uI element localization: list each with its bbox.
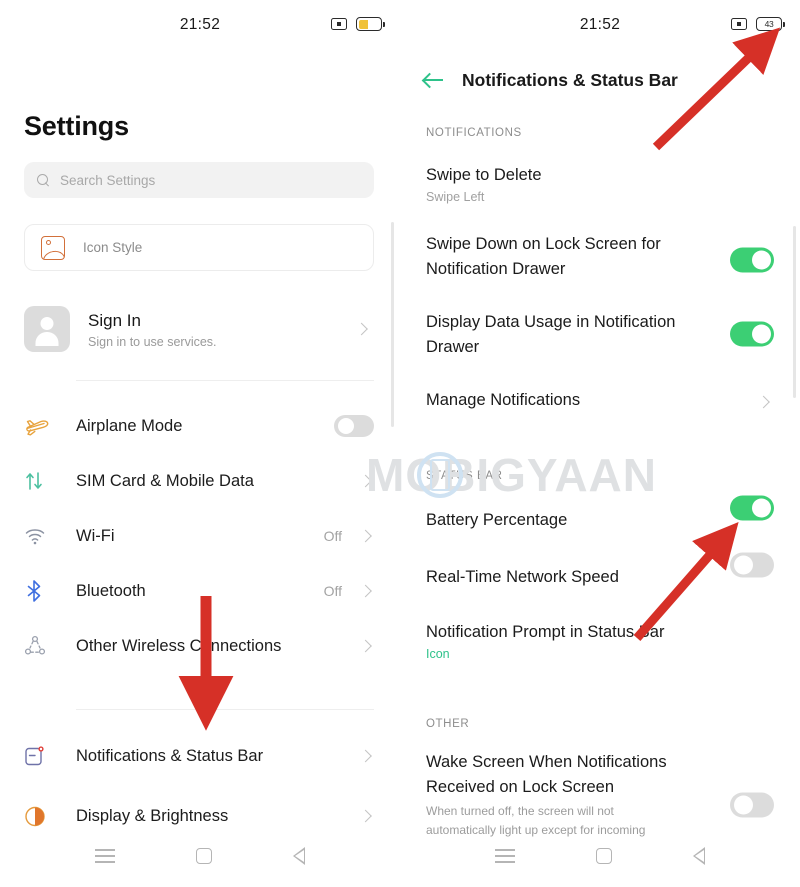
list-item-title: Real-Time Network Speed bbox=[426, 568, 619, 586]
screenshot-root: 21:52 Settings Search Settings Icon Styl… bbox=[0, 0, 800, 887]
list-item-realtime-network-speed[interactable]: Real-Time Network Speed bbox=[426, 552, 776, 593]
sim-card-icon bbox=[24, 469, 58, 493]
list-item-swipe-down-lock-screen[interactable]: Swipe Down on Lock Screen for Notificati… bbox=[426, 232, 776, 288]
list-item-subtitle: Swipe Left bbox=[426, 190, 485, 204]
sidebar-item-label: SIM Card & Mobile Data bbox=[76, 471, 254, 490]
list-item-title: Battery Percentage bbox=[426, 511, 568, 529]
menu-icon[interactable] bbox=[494, 849, 515, 863]
sign-in-texts: Sign In Sign in to use services. bbox=[88, 310, 217, 349]
navigation-bar-left bbox=[0, 839, 400, 873]
list-item-title: Notification Prompt in Status Bar bbox=[426, 623, 665, 641]
list-item-wake-screen[interactable]: Wake Screen When Notifications Received … bbox=[426, 750, 776, 840]
sidebar-item-display-brightness[interactable]: Display & Brightness bbox=[24, 790, 376, 842]
navigation-bar-right bbox=[400, 839, 800, 873]
wake-screen-toggle[interactable] bbox=[730, 792, 774, 818]
sidebar-item-label: Bluetooth bbox=[76, 581, 146, 600]
battery-icon: 43 bbox=[756, 17, 785, 31]
list-item-notification-prompt[interactable]: Notification Prompt in Status Bar Icon bbox=[426, 620, 776, 661]
chevron-right-icon bbox=[355, 322, 368, 336]
notifications-status-bar-screen: 21:52 43 Notifications & Status Bar NOTI… bbox=[400, 0, 800, 887]
sign-in-subtitle: Sign in to use services. bbox=[88, 334, 217, 349]
sidebar-item-notifications-status-bar[interactable]: Notifications & Status Bar bbox=[24, 730, 376, 782]
wireless-connections-icon bbox=[24, 635, 58, 657]
bluetooth-status-value: Off bbox=[323, 583, 342, 599]
chevron-right-icon bbox=[359, 474, 372, 488]
sidebar-item-airplane-mode[interactable]: Airplane Mode bbox=[24, 400, 376, 452]
notifications-icon bbox=[24, 745, 58, 768]
status-bar-left: 21:52 bbox=[0, 0, 400, 46]
scrollbar-right[interactable] bbox=[793, 226, 796, 398]
list-item-display-data-usage[interactable]: Display Data Usage in Notification Drawe… bbox=[426, 310, 776, 366]
sidebar-item-label: Other Wireless Connections bbox=[76, 636, 282, 655]
chevron-right-icon bbox=[359, 529, 372, 543]
search-placeholder: Search Settings bbox=[60, 172, 156, 188]
battery-fill bbox=[358, 19, 368, 29]
sign-in-title: Sign In bbox=[88, 310, 141, 330]
wifi-status-value: Off bbox=[323, 528, 342, 544]
sign-in-row[interactable]: Sign In Sign in to use services. bbox=[24, 303, 374, 355]
list-item-title: Wake Screen When Notifications Received … bbox=[426, 753, 667, 796]
realtime-network-speed-toggle[interactable] bbox=[730, 552, 774, 578]
back-icon[interactable] bbox=[693, 847, 706, 865]
section-header-other: OTHER bbox=[426, 718, 470, 730]
divider bbox=[76, 709, 374, 710]
back-icon[interactable] bbox=[293, 847, 306, 865]
home-icon[interactable] bbox=[195, 848, 212, 864]
image-style-icon bbox=[41, 235, 65, 260]
divider bbox=[76, 380, 374, 381]
sidebar-item-sim-card[interactable]: SIM Card & Mobile Data bbox=[24, 455, 376, 507]
search-icon bbox=[37, 173, 50, 187]
scrollbar-left[interactable] bbox=[391, 222, 394, 427]
battery-level-text: 43 bbox=[764, 19, 774, 29]
display-data-usage-toggle[interactable] bbox=[730, 321, 774, 347]
app-bar-title: Notifications & Status Bar bbox=[462, 69, 678, 90]
bluetooth-icon bbox=[24, 579, 58, 603]
airplane-icon bbox=[24, 415, 58, 437]
sidebar-item-wifi[interactable]: Wi-Fi Off bbox=[24, 510, 376, 562]
sidebar-item-label: Display & Brightness bbox=[76, 806, 229, 825]
battery-percentage-toggle[interactable] bbox=[730, 495, 774, 521]
app-bar: Notifications & Status Bar bbox=[400, 60, 800, 100]
airplane-mode-toggle[interactable] bbox=[334, 415, 374, 437]
chevron-right-icon bbox=[359, 584, 372, 598]
sidebar-item-bluetooth[interactable]: Bluetooth Off bbox=[24, 565, 376, 617]
list-item-title: Manage Notifications bbox=[426, 391, 581, 409]
wifi-icon bbox=[24, 526, 58, 546]
status-bar-right: 21:52 43 bbox=[400, 0, 800, 46]
chevron-right-icon bbox=[359, 639, 372, 653]
list-item-swipe-to-delete[interactable]: Swipe to Delete Swipe Left bbox=[426, 163, 776, 204]
settings-screen: 21:52 Settings Search Settings Icon Styl… bbox=[0, 0, 400, 887]
list-item-title: Display Data Usage in Notification Drawe… bbox=[426, 313, 676, 356]
avatar bbox=[24, 306, 70, 352]
list-item-battery-percentage[interactable]: Battery Percentage bbox=[426, 495, 776, 536]
list-item-title: Swipe Down on Lock Screen for Notificati… bbox=[426, 235, 661, 278]
chevron-right-icon bbox=[757, 395, 770, 409]
chevron-right-icon bbox=[359, 809, 372, 823]
sidebar-item-label: Wi-Fi bbox=[76, 526, 115, 545]
list-item-title: Swipe to Delete bbox=[426, 166, 542, 184]
chevron-right-icon bbox=[359, 749, 372, 763]
cast-icon bbox=[731, 18, 747, 30]
sidebar-item-other-wireless[interactable]: Other Wireless Connections bbox=[24, 620, 376, 672]
page-title: Settings bbox=[24, 111, 129, 141]
back-arrow-icon[interactable] bbox=[423, 72, 445, 88]
search-input[interactable]: Search Settings bbox=[24, 162, 374, 198]
cast-icon bbox=[331, 18, 347, 30]
sidebar-item-label: Notifications & Status Bar bbox=[76, 746, 264, 765]
status-icons bbox=[331, 17, 385, 31]
battery-icon bbox=[356, 17, 385, 31]
list-item-manage-notifications[interactable]: Manage Notifications bbox=[426, 388, 776, 416]
section-header-status-bar: STATUS BAR bbox=[426, 470, 503, 482]
icon-style-card[interactable]: Icon Style bbox=[24, 224, 374, 271]
list-item-subtitle: When turned off, the screen will not aut… bbox=[426, 804, 646, 837]
icon-style-label: Icon Style bbox=[83, 240, 143, 255]
list-item-subtitle: Icon bbox=[426, 647, 450, 661]
home-icon[interactable] bbox=[595, 848, 612, 864]
display-brightness-icon bbox=[24, 805, 58, 828]
status-icons: 43 bbox=[731, 17, 785, 31]
sidebar-item-label: Airplane Mode bbox=[76, 416, 183, 435]
swipe-down-lock-screen-toggle[interactable] bbox=[730, 247, 774, 273]
menu-icon[interactable] bbox=[94, 849, 115, 863]
section-header-notifications: NOTIFICATIONS bbox=[426, 127, 522, 139]
